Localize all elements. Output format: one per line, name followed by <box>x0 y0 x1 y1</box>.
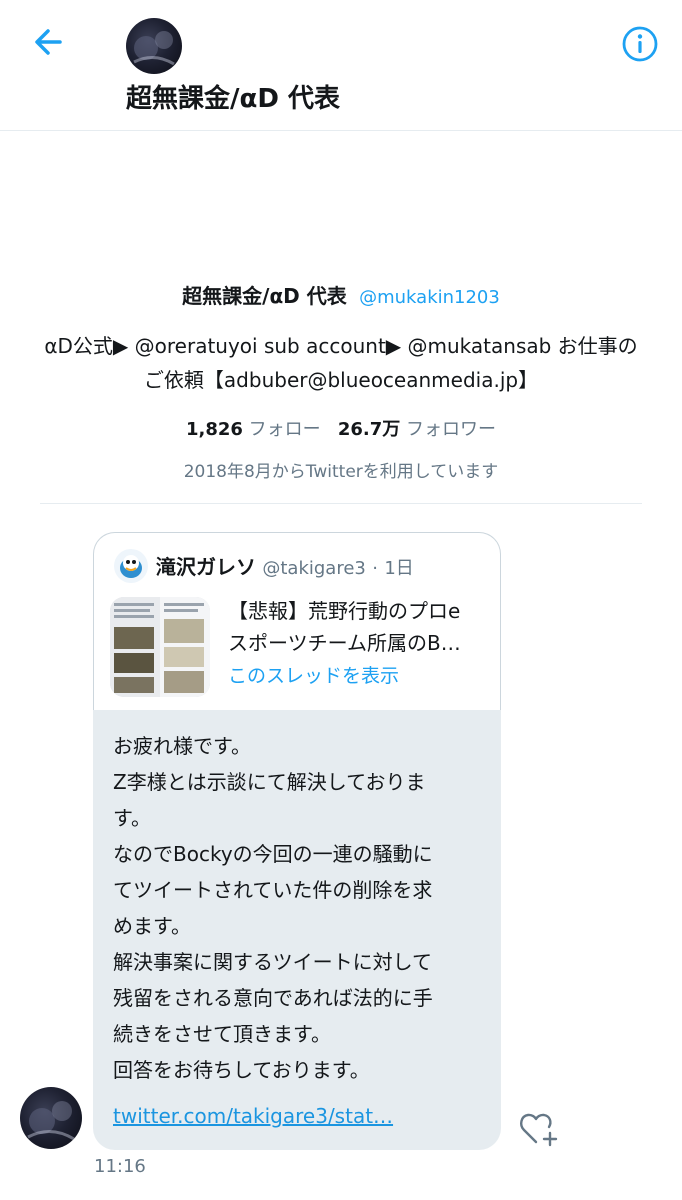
conversation-header: 超無課金/αD 代表 <box>0 0 682 131</box>
quoted-handle: @takigare3 <box>262 558 366 579</box>
followers-count: 26.7万 <box>337 419 401 440</box>
message-line: 残留をされる意向であれば法的に手 <box>113 986 433 1010</box>
show-thread-link[interactable]: このスレッドを表示 <box>228 661 399 688</box>
quoted-name: 滝沢ガレソ <box>156 555 256 579</box>
quoted-header: 滝沢ガレソ @takigare3 · 1日 <box>156 551 414 580</box>
message-text: お疲れ様です。 Z李様とは示談にて解決しておりま す。 なのでBockyの今回の… <box>113 728 481 1088</box>
quoted-tweet-card[interactable]: 滝沢ガレソ @takigare3 · 1日 【悲報】荒野行動のプロe スポーツチ… <box>93 532 501 710</box>
quoted-time: 1日 <box>384 558 414 579</box>
quoted-title-line: スポーツチーム所属のB… <box>228 631 461 655</box>
info-button[interactable] <box>620 24 660 64</box>
quoted-title: 【悲報】荒野行動のプロe スポーツチーム所属のB… <box>228 595 490 659</box>
quoted-avatar <box>114 549 148 583</box>
message-line: 回答をお待ちしております。 <box>113 1058 370 1082</box>
back-button[interactable] <box>30 22 70 62</box>
message-line: 解決事案に関するツイートに対して <box>113 950 432 974</box>
message-line: 続きをさせて頂きます。 <box>113 1022 331 1046</box>
message-line: めます。 <box>113 914 191 938</box>
header-avatar[interactable] <box>126 18 182 74</box>
following-stat[interactable]: 1,826 フォロー <box>186 419 321 440</box>
profile-stats: 1,826 フォロー 26.7万 フォロワー <box>20 415 662 441</box>
followers-stat[interactable]: 26.7万 フォロワー <box>338 419 496 440</box>
message-link[interactable]: twitter.com/takigare3/stat… <box>113 1104 393 1128</box>
quoted-title-line: 【悲報】荒野行動のプロe <box>228 599 461 623</box>
profile-bio: αD公式▶ @oreratuyoi sub account▶ @mukatans… <box>20 329 662 397</box>
following-count: 1,826 <box>186 419 243 440</box>
message-bubble: お疲れ様です。 Z李様とは示談にて解決しておりま す。 なのでBockyの今回の… <box>93 710 501 1150</box>
message-line: Z李様とは示談にて解決しておりま <box>113 770 426 794</box>
header-title: 超無課金/αD 代表 <box>126 84 340 114</box>
message-line: なのでBockyの今回の一連の騒動に <box>113 842 433 866</box>
message-line: お疲れ様です。 <box>113 734 251 758</box>
sender-avatar[interactable] <box>20 1087 82 1149</box>
joined-date: 2018年8月からTwitterを利用しています <box>183 462 499 482</box>
profile-name[interactable]: 超無課金/αD 代表 <box>182 284 347 308</box>
arrow-left-icon <box>35 29 62 55</box>
message-line: てツイートされていた件の削除を求 <box>113 878 433 902</box>
profile-summary: 超無課金/αD 代表 @mukakin1203 αD公式▶ @oreratuyo… <box>20 280 662 482</box>
following-label: フォロー <box>248 419 321 440</box>
bio-line: ご依頼【adbuber@blueoceanmedia.jp】 <box>143 368 539 392</box>
heart-plus-icon <box>520 1113 558 1147</box>
info-icon <box>622 26 658 62</box>
quoted-separator: · <box>372 558 378 579</box>
followers-label: フォロワー <box>406 419 496 440</box>
profile-name-line: 超無課金/αD 代表 @mukakin1203 <box>20 280 662 309</box>
divider <box>40 503 642 504</box>
message-line: す。 <box>113 806 151 830</box>
bio-line: αD公式▶ @oreratuyoi sub account▶ @mukatans… <box>44 334 638 358</box>
message-timestamp: 11:16 <box>94 1156 146 1177</box>
quoted-thumbnail <box>110 597 210 697</box>
like-button[interactable] <box>518 1110 560 1148</box>
profile-handle[interactable]: @mukakin1203 <box>359 287 500 308</box>
